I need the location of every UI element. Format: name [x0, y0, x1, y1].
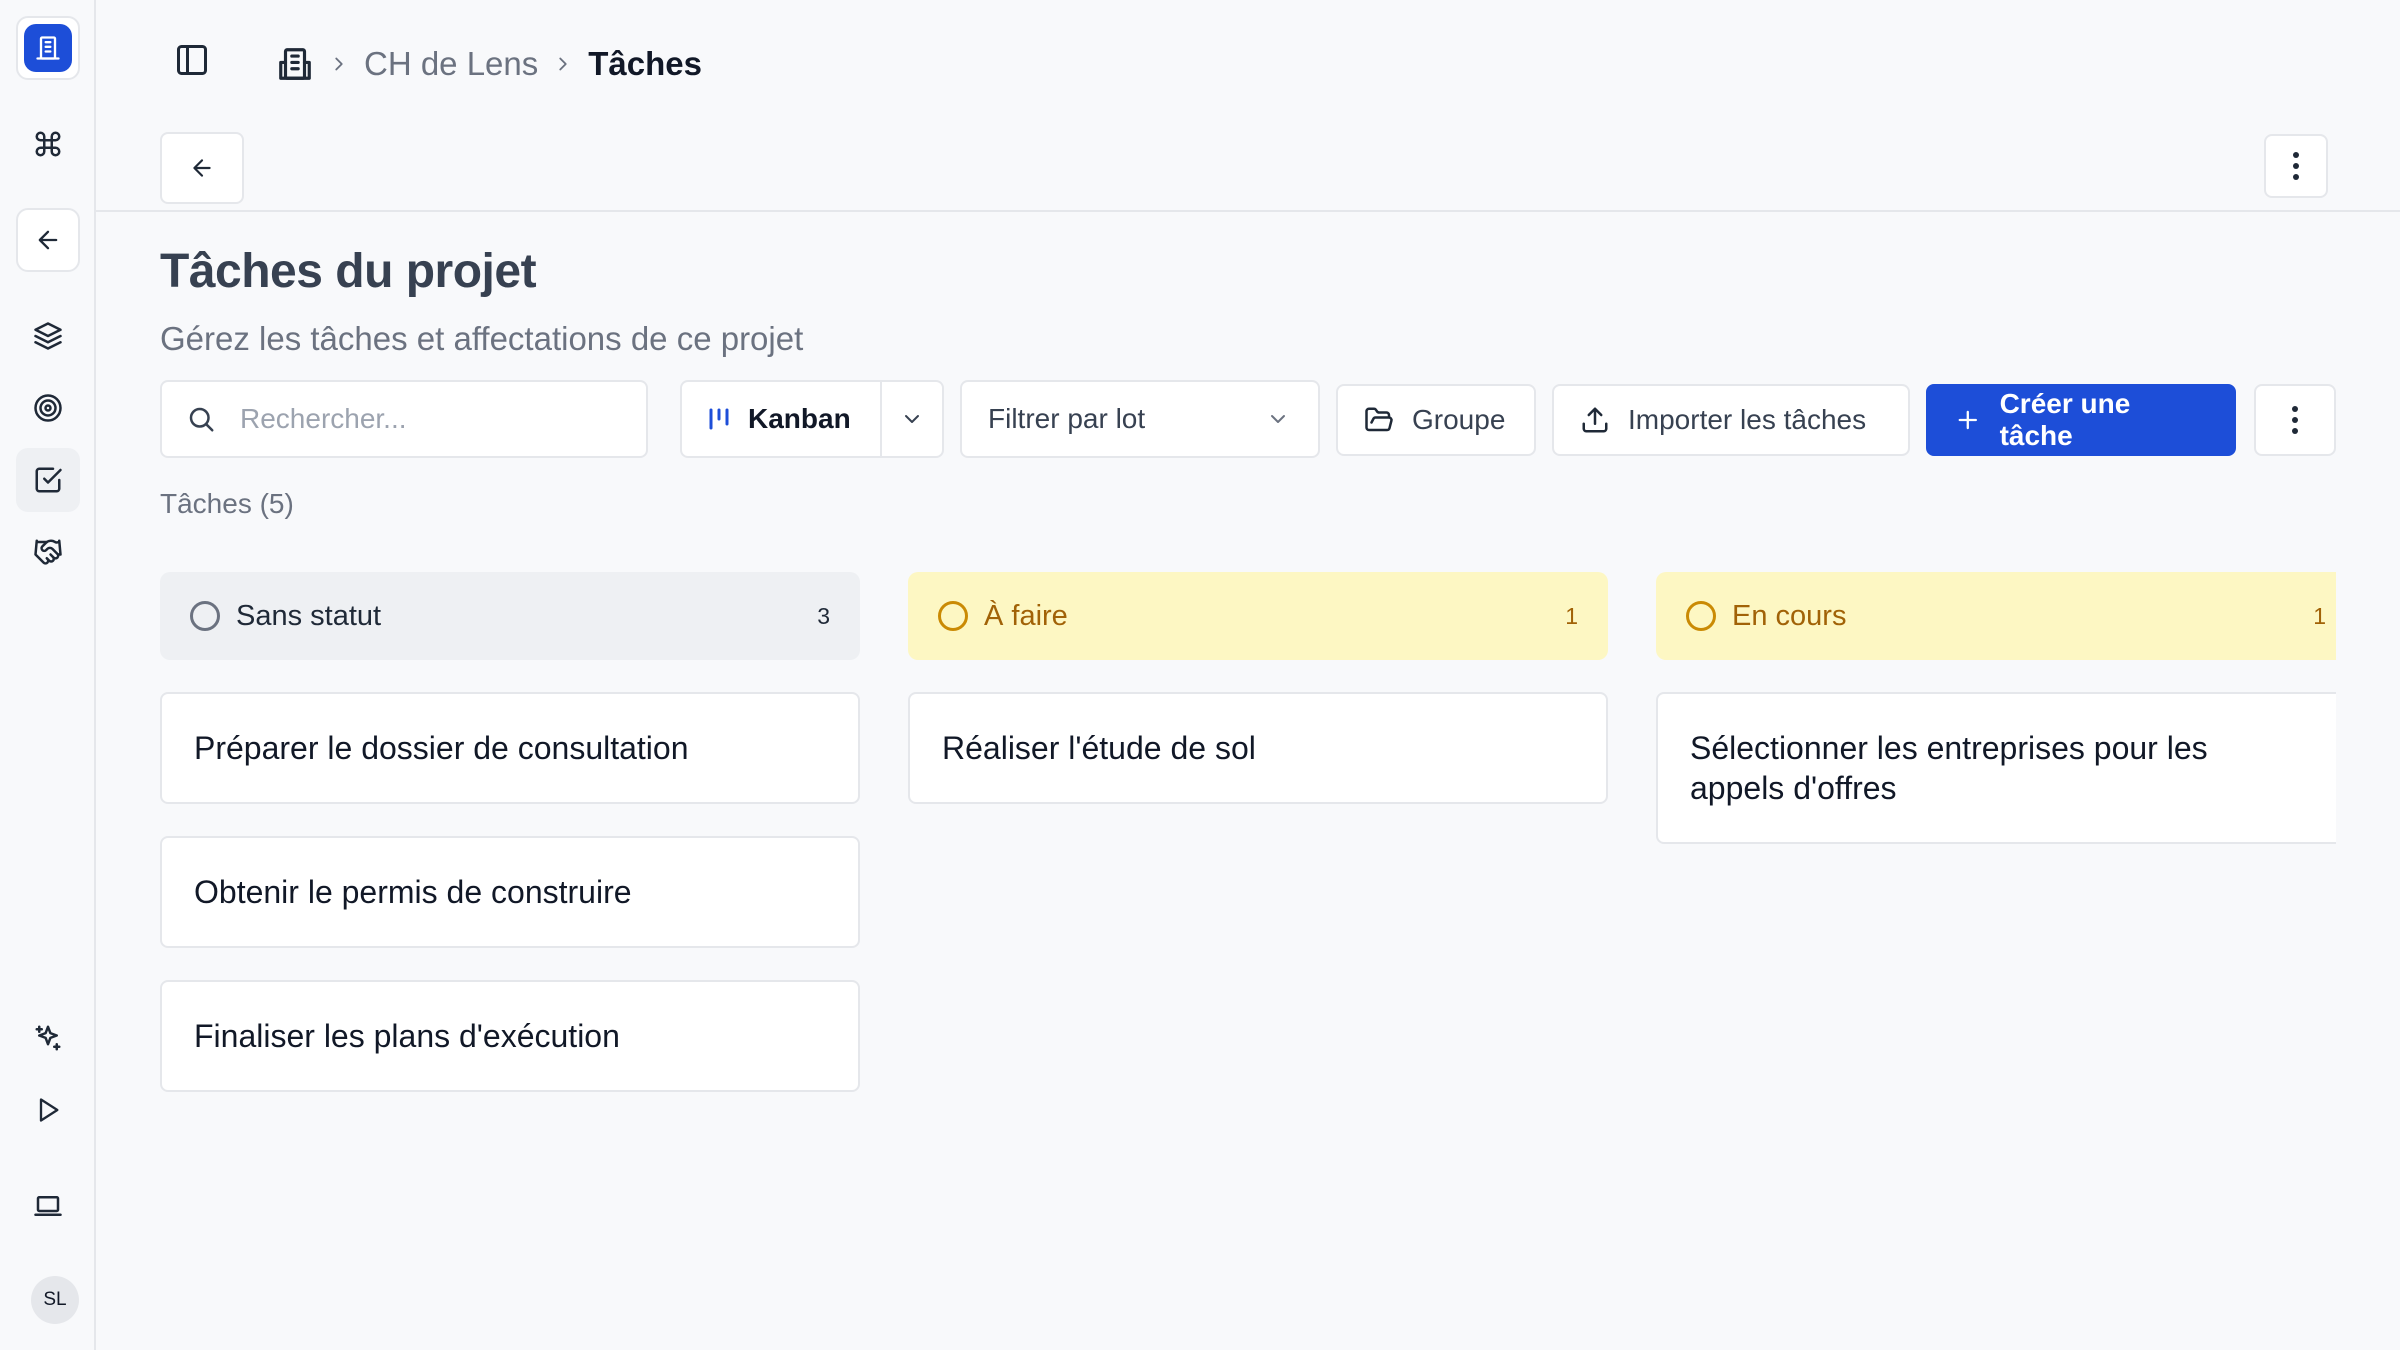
status-circle-icon [1686, 601, 1716, 631]
import-label: Importer les tâches [1628, 404, 1867, 435]
kanban-icon [709, 408, 729, 430]
upload-icon [1582, 407, 1608, 433]
status-circle-icon [938, 601, 968, 631]
target-icon [34, 394, 62, 422]
plus-icon [1958, 410, 1977, 430]
check-square-icon [35, 467, 62, 493]
arrow-left-icon [193, 159, 211, 177]
sidebar-item-tasks[interactable] [16, 448, 80, 512]
breadcrumb: CH de Lens Tâches [276, 40, 702, 88]
view-kanban-button[interactable]: Kanban [682, 382, 882, 456]
breadcrumb-project-link[interactable]: CH de Lens [364, 45, 538, 83]
filter-label: Filtrer par lot [988, 403, 1146, 434]
task-card[interactable]: Préparer le dossier de consultation [160, 692, 860, 804]
app-logo[interactable] [16, 16, 80, 80]
more-vertical-icon [2293, 152, 2299, 180]
view-dropdown-button[interactable] [882, 382, 942, 456]
chevron-down-icon [905, 415, 919, 423]
task-count: Tâches (5) [160, 488, 294, 519]
sidebar-item-goals[interactable] [16, 376, 80, 440]
group-label: Groupe [1412, 404, 1506, 435]
import-tasks-button[interactable]: Importer les tâches [1552, 384, 1910, 456]
command-icon [35, 131, 61, 157]
search-icon [189, 407, 214, 432]
column-header[interactable]: À faire 1 [908, 572, 1608, 660]
task-card[interactable]: Finaliser les plans d'exécution [160, 980, 860, 1092]
sparkles-icon [35, 1025, 61, 1051]
handshake-icon [34, 539, 62, 565]
building-icon[interactable] [276, 45, 314, 83]
view-label: Kanban [748, 403, 851, 434]
toolbar-menu-button[interactable] [2254, 384, 2336, 456]
kanban-column-sans-statut: Sans statut 3 Préparer le dossier de con… [160, 572, 860, 1092]
app-sidebar: SL [0, 0, 96, 1350]
column-title: En cours [1732, 599, 1847, 632]
layers-icon [34, 322, 62, 350]
column-header[interactable]: En cours 1 [1656, 572, 2336, 660]
lot-filter-select[interactable]: Filtrer par lot [960, 380, 1320, 458]
column-count: 1 [1565, 602, 1578, 629]
chevron-down-icon [1271, 415, 1285, 423]
column-header[interactable]: Sans statut 3 [160, 572, 860, 660]
create-label: Créer une tâche [1999, 388, 2131, 451]
search-box [160, 380, 648, 458]
sidebar-item-device[interactable] [16, 1174, 80, 1238]
task-card[interactable]: Sélectionner les entreprises pour les ap… [1656, 692, 2336, 844]
panel-left-icon [177, 45, 207, 75]
task-card[interactable]: Obtenir le permis de construire [160, 836, 860, 948]
building-icon [24, 24, 72, 72]
status-circle-icon [190, 601, 220, 631]
sidebar-toggle-button[interactable] [172, 40, 212, 80]
breadcrumb-current: Tâches [588, 45, 702, 82]
top-header: CH de Lens Tâches [96, 0, 2400, 212]
page-menu-button[interactable] [2264, 134, 2328, 198]
column-count: 3 [817, 602, 830, 629]
sidebar-item-play[interactable] [16, 1078, 80, 1142]
page-subtitle: Gérez les tâches et affectations de ce p… [160, 320, 804, 357]
page-title: Tâches du projet [160, 245, 537, 298]
back-button[interactable] [160, 132, 244, 204]
command-button[interactable] [16, 112, 80, 176]
folder-open-icon [1365, 407, 1393, 432]
column-title: Sans statut [236, 599, 382, 632]
chevron-right-icon [328, 53, 350, 75]
kanban-column-en-cours: En cours 1 Sélectionner les entreprises … [1656, 572, 2336, 844]
view-switcher: Kanban [680, 380, 944, 458]
column-count: 1 [2313, 602, 2326, 629]
play-icon [39, 1098, 59, 1122]
sidebar-back-button[interactable] [16, 208, 80, 272]
task-card[interactable]: Réaliser l'étude de sol [908, 692, 1608, 804]
create-task-button[interactable]: Créer une tâche [1926, 384, 2236, 456]
sidebar-item-partners[interactable] [16, 520, 80, 584]
arrow-left-icon [38, 230, 58, 250]
sidebar-item-layers[interactable] [16, 304, 80, 368]
group-button[interactable]: Groupe [1336, 384, 1536, 456]
column-title: À faire [984, 599, 1068, 632]
user-avatar[interactable]: SL [31, 1276, 79, 1324]
sidebar-item-ai[interactable] [16, 1006, 80, 1070]
more-vertical-icon [2292, 406, 2298, 434]
search-input[interactable] [240, 403, 620, 435]
chevron-right-icon [552, 53, 574, 75]
kanban-column-a-faire: À faire 1 Réaliser l'étude de sol [908, 572, 1608, 804]
laptop-icon [34, 1196, 62, 1216]
